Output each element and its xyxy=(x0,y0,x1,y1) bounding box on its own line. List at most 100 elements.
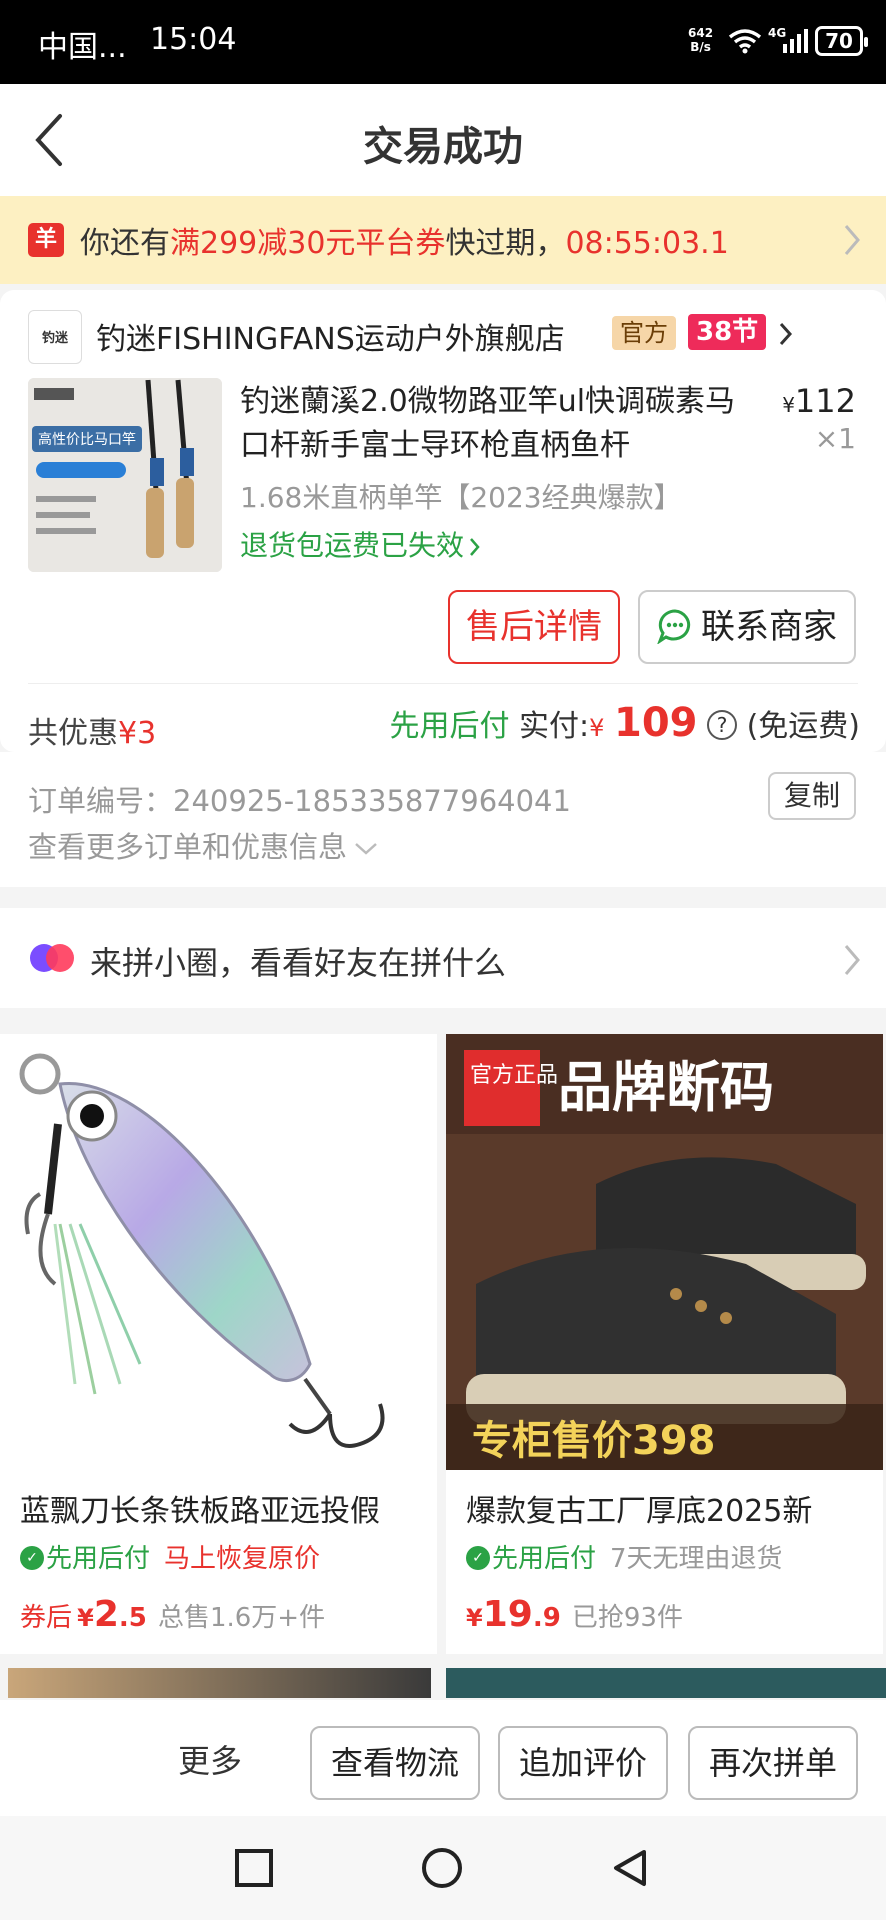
feed-item-tags: ✓ 先用后付 7天无理由退货 xyxy=(466,1538,783,1575)
paid-summary: 先用后付 实付:¥ 109 ? (免运费) xyxy=(390,700,861,746)
paid-currency: ¥ xyxy=(589,714,605,742)
return-policy-tag: 7天无理由退货 xyxy=(610,1544,783,1574)
more-order-info-text: 查看更多订单和优惠信息 xyxy=(28,830,348,864)
pay-later-tag: 先用后付 xyxy=(46,1544,151,1574)
product-image[interactable]: 高性价比马口竿 xyxy=(28,378,222,572)
discount-amount: ¥3 xyxy=(118,716,157,751)
price-integer: 19 xyxy=(482,1594,533,1635)
coupon-expiry-banner[interactable]: 羊 你还有满299减30元平台券快过期，08:55:03.1 xyxy=(0,196,886,284)
price-currency: ¥ xyxy=(782,393,795,417)
reorder-button[interactable]: 再次拼单 xyxy=(688,1726,858,1800)
promo-tag: 马上恢复原价 xyxy=(164,1544,321,1574)
system-nav-bar xyxy=(0,1816,886,1920)
add-review-button[interactable]: 追加评价 xyxy=(498,1726,668,1800)
discount-summary: 共优惠¥3 xyxy=(28,708,156,752)
chevron-right-icon xyxy=(470,538,480,556)
copy-button[interactable]: 复制 xyxy=(768,772,856,820)
coupon-message: 你还有满299减30元平台券快过期，08:55:03.1 xyxy=(80,218,729,262)
bottom-action-bar: 更多 查看物流 追加评价 再次拼单 xyxy=(0,1700,886,1816)
coupon-suffix: 快过期， xyxy=(445,226,566,261)
group-circle-bar[interactable]: 来拼小圈，看看好友在拼什么 xyxy=(0,908,886,1008)
contact-seller-label: 联系商家 xyxy=(701,607,837,647)
sold-count: 总售1.6万+件 xyxy=(157,1603,326,1633)
view-logistics-button[interactable]: 查看物流 xyxy=(310,1726,480,1800)
back-icon[interactable] xyxy=(610,1848,650,1890)
recommend-card-shoes[interactable]: 官方正品 品牌断码 专柜售价398 爆款复古工厂厚底2025新 ✓ 先用后付 7天无… xyxy=(446,1034,883,1654)
price-currency: ¥ xyxy=(466,1604,483,1632)
banner-price: 专柜售价398 xyxy=(472,1418,716,1464)
divider xyxy=(28,683,858,684)
after-sales-button[interactable]: 售后详情 xyxy=(448,590,620,664)
group-circle-text: 来拼小圈，看看好友在拼什么 xyxy=(90,944,507,982)
feed-item-title: 爆款复古工厂厚底2025新 xyxy=(466,1494,813,1529)
coupon-badge-icon: 羊 xyxy=(28,223,64,257)
next-card-peek-right xyxy=(446,1668,886,1698)
wifi-icon xyxy=(728,29,762,54)
next-card-peek-left xyxy=(8,1668,431,1698)
network-speed-value: 642 xyxy=(688,26,714,40)
clock: 15:04 xyxy=(150,22,237,57)
recent-apps-icon[interactable] xyxy=(234,1848,274,1888)
recommend-card-lure[interactable]: 蓝飘刀长条铁板路亚远投假 ✓ 先用后付 马上恢复原价 券后 ¥2.5 总售1.6万+… xyxy=(0,1034,437,1654)
product-price: ¥112 xyxy=(782,382,856,420)
price-value: 112 xyxy=(794,382,856,420)
order-card: 钓迷 钓迷FISHINGFANS运动户外旗舰店 官方 38节 高性价比马口竿 钓… xyxy=(0,290,886,752)
battery-indicator: 70 xyxy=(815,26,868,56)
paid-amount: 109 xyxy=(613,700,698,746)
contact-seller-button[interactable]: 联系商家 xyxy=(638,590,856,664)
store-logo-text: 钓迷 xyxy=(41,331,68,346)
price-decimal: .5 xyxy=(118,1603,147,1633)
page-title: 交易成功 xyxy=(363,124,523,170)
return-shipping-notice[interactable]: 退货包运费已失效 xyxy=(240,524,482,564)
network-speed: 642 B/s xyxy=(688,26,713,54)
page-header: 交易成功 xyxy=(0,84,886,196)
chevron-right-icon[interactable] xyxy=(778,320,794,348)
price-decimal: .9 xyxy=(532,1603,561,1633)
pay-later-icon: ✓ xyxy=(20,1545,44,1570)
coupon-highlight: 满299减30元平台券 xyxy=(170,226,446,261)
banner-title: 品牌断码 xyxy=(558,1056,774,1119)
more-button[interactable]: 更多 xyxy=(178,1736,242,1782)
pay-later-icon: ✓ xyxy=(466,1545,490,1570)
chevron-right-icon xyxy=(844,945,860,975)
return-shipping-text: 退货包运费已失效 xyxy=(240,529,465,562)
chevron-right-icon xyxy=(844,225,860,255)
chevron-down-icon xyxy=(355,843,377,855)
group-logo-icon xyxy=(30,944,74,972)
coupon-prefix: 你还有 xyxy=(80,226,170,261)
paid-label: 实付: xyxy=(519,709,590,744)
help-icon[interactable]: ? xyxy=(707,709,738,740)
status-bar: 中国... 15:04 642 B/s 4G 70 xyxy=(0,0,886,84)
official-badge: 官方 xyxy=(612,316,676,350)
discount-label: 共优惠 xyxy=(28,716,118,751)
feed-item-tags: ✓ 先用后付 马上恢复原价 xyxy=(20,1538,320,1575)
price-integer: 2 xyxy=(93,1594,119,1635)
order-number-value: 240925-185335877964041 xyxy=(173,784,571,818)
product-title[interactable]: 钓迷蘭溪2.0微物路亚竿ul快调碳素马口杆新手富士导环枪直柄鱼杆 xyxy=(240,380,760,468)
fishing-rod-image: 高性价比马口竿 xyxy=(28,378,222,572)
lure-product-image xyxy=(0,1034,437,1470)
festival-badge: 38节 xyxy=(688,314,767,350)
pay-later-tag: 先用后付 xyxy=(389,709,510,744)
carrier-label: 中国... xyxy=(38,30,127,65)
signal-icon xyxy=(783,29,808,53)
banner-official-tag: 官方正品 xyxy=(470,1063,558,1088)
order-number: 订单编号：240925-185335877964041 xyxy=(28,778,571,820)
product-image-caption: 高性价比马口竿 xyxy=(38,431,136,448)
shoe-product-image: 官方正品 品牌断码 专柜售价398 xyxy=(446,1034,883,1470)
home-icon[interactable] xyxy=(420,1848,464,1892)
shipping-note: (免运费) xyxy=(746,709,860,744)
sold-count: 已抢93件 xyxy=(571,1603,683,1633)
pay-later-tag: 先用后付 xyxy=(492,1544,597,1574)
feed-item-price: 券后 ¥2.5 总售1.6万+件 xyxy=(20,1594,325,1635)
more-order-info-link[interactable]: 查看更多订单和优惠信息 xyxy=(28,824,379,866)
chat-icon xyxy=(657,608,691,644)
product-spec: 1.68米直柄单竿【2023经典爆款】 xyxy=(240,481,682,514)
price-currency: ¥ xyxy=(77,1604,94,1632)
store-logo[interactable]: 钓迷 xyxy=(28,310,82,364)
order-number-label: 订单编号： xyxy=(28,784,174,818)
feed-item-title: 蓝飘刀长条铁板路亚远投假 xyxy=(20,1494,380,1529)
store-name[interactable]: 钓迷FISHINGFANS运动户外旗舰店 xyxy=(96,314,565,358)
price-prefix: 券后 xyxy=(20,1603,73,1633)
feed-item-price: ¥19.9 已抢93件 xyxy=(466,1594,683,1635)
